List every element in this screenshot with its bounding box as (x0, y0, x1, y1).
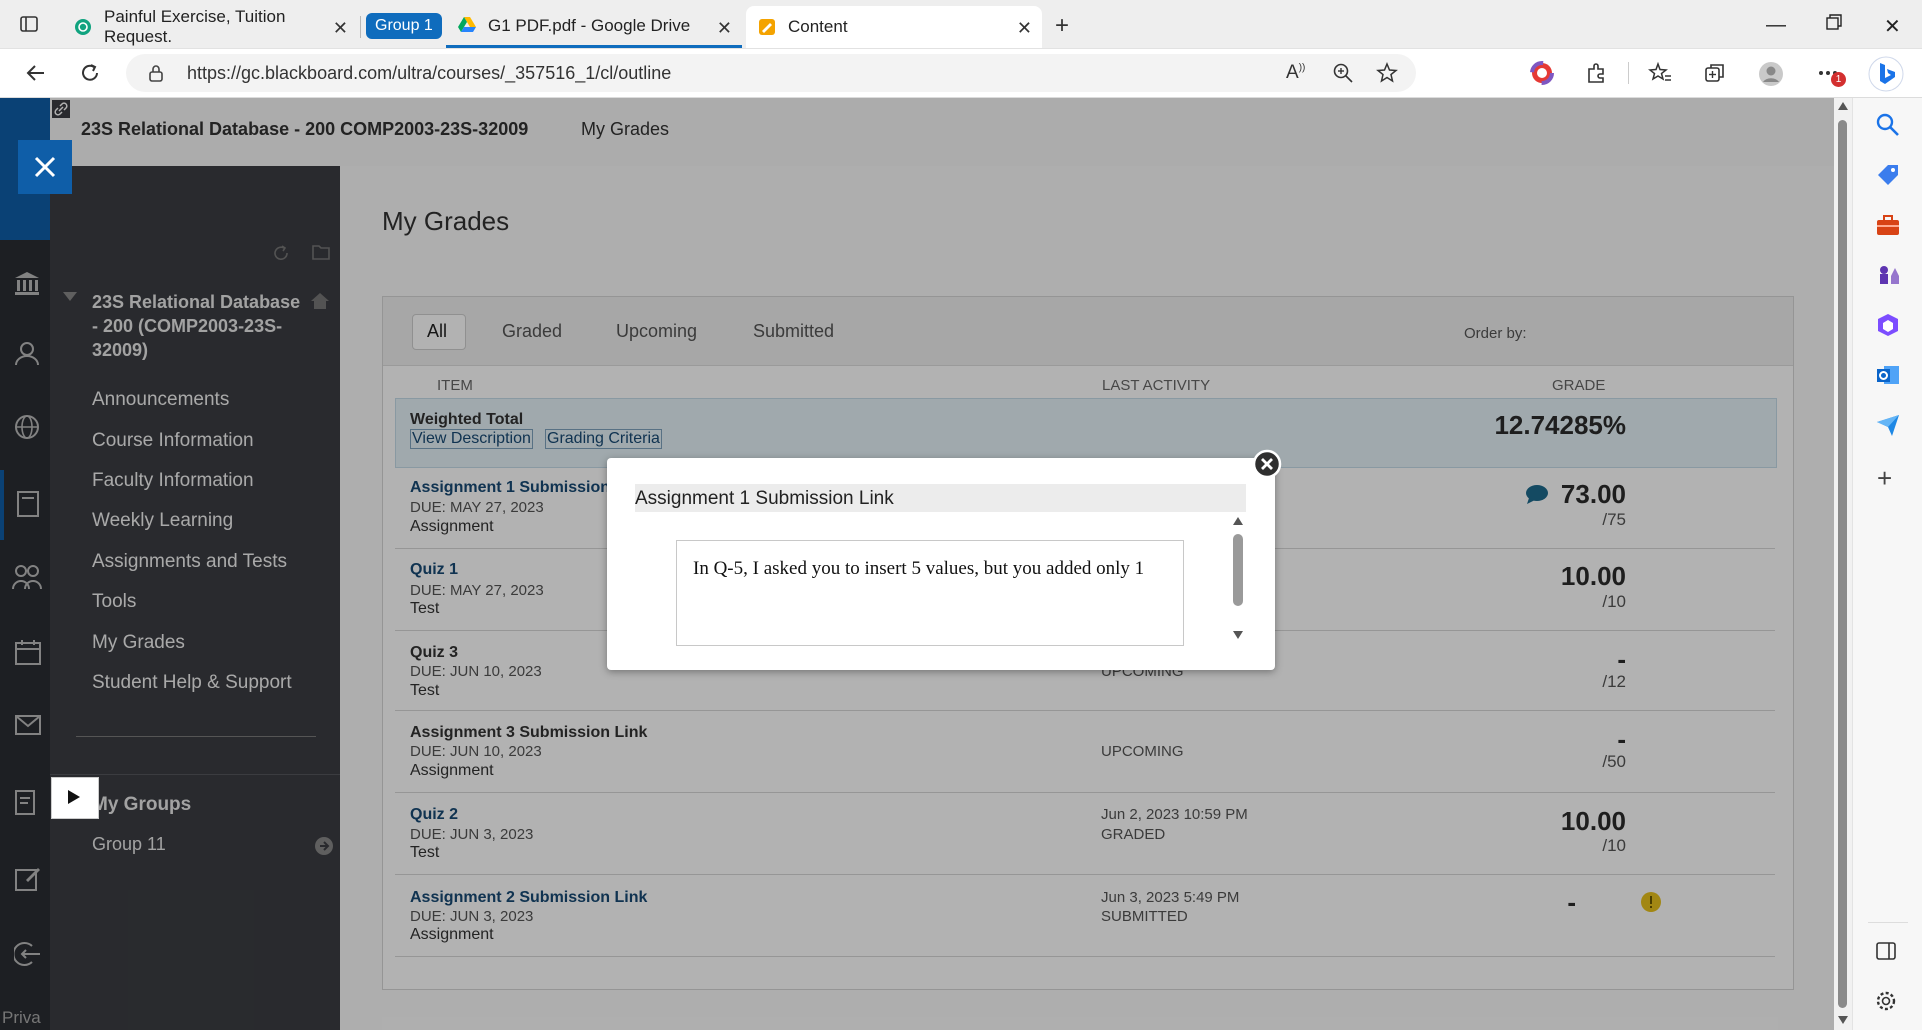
modal-close-button[interactable] (1252, 449, 1282, 479)
page-scrollbar[interactable] (1834, 98, 1852, 1030)
tab-label: G1 PDF.pdf - Google Drive (488, 15, 691, 35)
tab-label: Content (788, 17, 848, 36)
zoom-icon[interactable] (1332, 62, 1354, 84)
read-aloud-icon[interactable]: A)) (1286, 62, 1305, 84)
play-button[interactable] (51, 777, 99, 819)
shopping-tag-icon[interactable] (1875, 162, 1901, 188)
close-tab-icon[interactable]: ✕ (1017, 18, 1032, 39)
blackboard-icon (758, 18, 776, 36)
notification-badge: 1 (1831, 72, 1846, 87)
outlook-icon[interactable] (1875, 362, 1901, 388)
scroll-up-icon[interactable] (1838, 102, 1848, 110)
scroll-thumb[interactable] (1838, 120, 1847, 1008)
games-chess-icon[interactable] (1875, 262, 1901, 288)
close-icon (32, 151, 58, 181)
play-icon (68, 790, 80, 804)
tab-label: Painful Exercise, Tuition Request. (104, 7, 286, 46)
close-panel-button[interactable] (18, 140, 72, 194)
profile-avatar-icon[interactable] (1758, 61, 1783, 86)
sidebar-toggle-icon[interactable] (1875, 940, 1901, 966)
modal-scroll-up-icon[interactable] (1232, 516, 1244, 526)
tab-group-label[interactable]: Group 1 (366, 13, 442, 39)
search-icon[interactable] (1875, 112, 1901, 138)
modal-scroll-down-icon[interactable] (1232, 630, 1244, 640)
tab-painful-exercise[interactable]: Painful Exercise, Tuition Request. ✕ (58, 6, 358, 48)
microsoft-365-icon[interactable] (1875, 312, 1901, 338)
tab-actions-icon[interactable] (20, 16, 38, 32)
restore-icon[interactable] (1826, 14, 1842, 30)
color-extension-icon[interactable] (1530, 61, 1554, 85)
refresh-icon[interactable] (78, 61, 102, 85)
close-tab-icon[interactable]: ✕ (333, 18, 348, 39)
tools-briefcase-icon[interactable] (1875, 212, 1901, 238)
extensions-icon[interactable] (1585, 61, 1609, 85)
bing-copilot-icon[interactable] (1868, 56, 1904, 92)
address-bar[interactable]: https://gc.blackboard.com/ultra/courses/… (126, 54, 1416, 92)
browser-tab-strip: Painful Exercise, Tuition Request. ✕ Gro… (0, 0, 1922, 49)
url-text[interactable]: https://gc.blackboard.com/ultra/courses/… (187, 63, 671, 84)
feedback-modal: Assignment 1 Submission Link In Q-5, I a… (607, 458, 1275, 670)
close-tab-icon[interactable]: ✕ (717, 18, 732, 39)
google-drive-icon (458, 16, 476, 35)
back-icon[interactable] (24, 61, 48, 85)
favorite-add-icon[interactable] (1376, 62, 1398, 84)
chatgpt-icon (74, 18, 92, 36)
feedback-comment-text: In Q-5, I asked you to insert 5 values, … (693, 558, 1145, 579)
scroll-down-icon[interactable] (1838, 1016, 1848, 1024)
close-window-icon[interactable]: ✕ (1884, 14, 1901, 39)
minimize-icon[interactable]: — (1766, 14, 1786, 37)
tab-google-drive[interactable]: G1 PDF.pdf - Google Drive ✕ (446, 6, 742, 48)
feedback-comment-box[interactable]: In Q-5, I asked you to insert 5 values, … (676, 540, 1184, 646)
new-tab-icon[interactable]: + (1055, 12, 1069, 40)
favorites-icon[interactable] (1648, 61, 1672, 85)
send-paper-plane-icon[interactable] (1875, 412, 1901, 438)
add-icon[interactable]: + (1877, 463, 1892, 494)
modal-scroll-thumb[interactable] (1233, 534, 1243, 606)
lock-icon[interactable] (148, 64, 164, 82)
modal-title: Assignment 1 Submission Link (635, 488, 894, 509)
settings-gear-icon[interactable] (1875, 990, 1901, 1016)
close-circle-icon (1252, 449, 1282, 479)
tab-content[interactable]: Content ✕ (746, 6, 1042, 48)
collections-icon[interactable] (1703, 61, 1727, 85)
